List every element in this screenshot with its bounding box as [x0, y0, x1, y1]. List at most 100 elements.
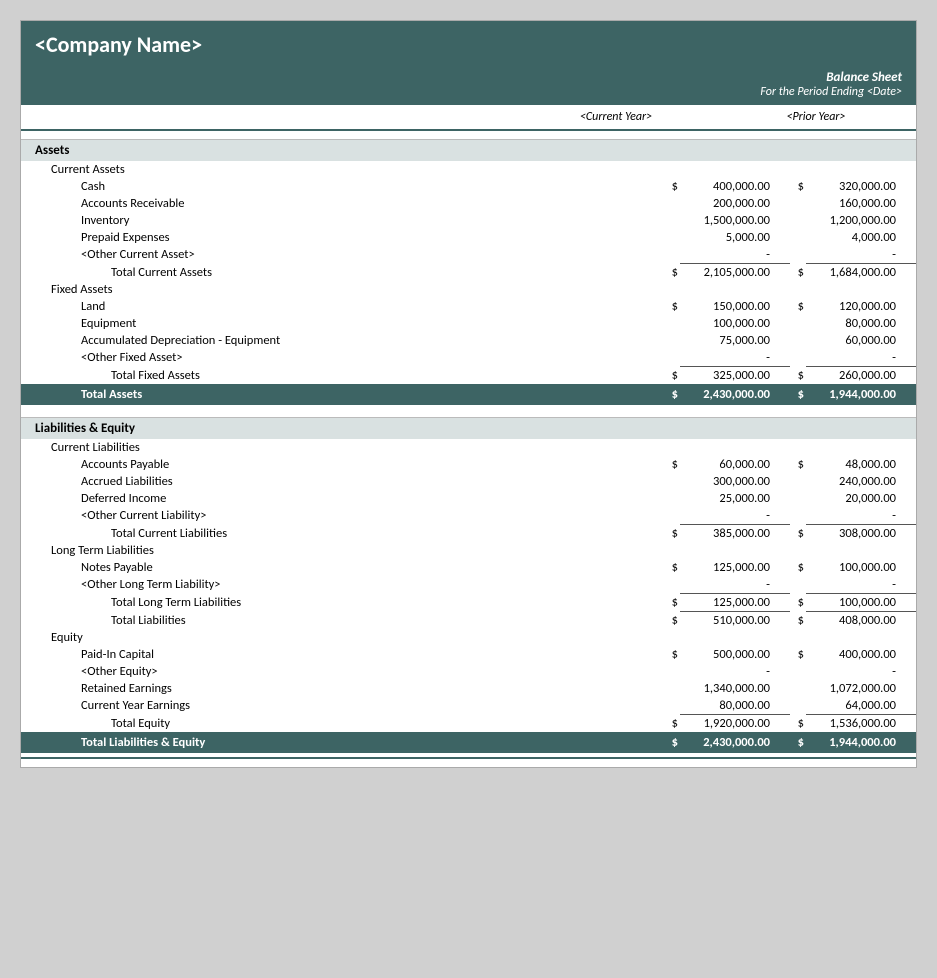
table-row: <Other Long Term Liability> - -: [21, 576, 916, 594]
dollar-sign: $: [664, 732, 680, 753]
dollar-sign: $: [664, 646, 680, 663]
py-amount: 4,000.00: [806, 229, 916, 246]
item-label: Equipment: [21, 315, 664, 332]
table-row: <Other Fixed Asset> - -: [21, 349, 916, 367]
item-label: <Other Equity>: [21, 663, 664, 680]
dollar-sign: $: [790, 367, 806, 385]
py-amount: 1,072,000.00: [806, 680, 916, 697]
dollar-sign: $: [790, 612, 806, 630]
py-amount: 320,000.00: [806, 178, 916, 195]
subtotal-py: 260,000.00: [806, 367, 916, 385]
table-row: Current Year Earnings 80,000.00 64,000.0…: [21, 697, 916, 715]
subtotal-cy: 125,000.00: [680, 594, 790, 612]
cy-amount: -: [680, 576, 790, 594]
py-amount: 1,200,000.00: [806, 212, 916, 229]
py-dollar: $: [790, 298, 806, 315]
total-lt-liabilities-row: Total Long Term Liabilities $ 125,000.00…: [21, 594, 916, 612]
item-label: Paid-In Capital: [21, 646, 664, 663]
long-term-liabilities-label: Long Term Liabilities: [21, 542, 664, 559]
assets-table: Current Assets Cash $ 400,000.00 $ 320,0…: [21, 161, 916, 405]
py-amount: 64,000.00: [806, 697, 916, 715]
cy-amount: 400,000.00: [680, 178, 790, 195]
cy-amount: -: [680, 246, 790, 264]
cy-amount: 80,000.00: [680, 697, 790, 715]
period-label: For the Period Ending <Date>: [35, 85, 902, 99]
company-name: <Company Name>: [35, 31, 902, 58]
subtotal-label: Total Liabilities: [21, 612, 664, 630]
subtotal-py: 1,684,000.00: [806, 264, 916, 282]
table-row: <Other Equity> - -: [21, 663, 916, 680]
py-amount: 20,000.00: [806, 490, 916, 507]
subtotal-cy: 1,920,000.00: [680, 715, 790, 733]
cy-amount: 500,000.00: [680, 646, 790, 663]
table-row: Accumulated Depreciation - Equipment 75,…: [21, 332, 916, 349]
table-row: Paid-In Capital $ 500,000.00 $ 400,000.0…: [21, 646, 916, 663]
dollar-sign: $: [664, 384, 680, 405]
dollar-sign: $: [790, 594, 806, 612]
item-label: <Other Current Asset>: [21, 246, 664, 264]
subtotal-py: 100,000.00: [806, 594, 916, 612]
table-row: Cash $ 400,000.00 $ 320,000.00: [21, 178, 916, 195]
total-assets-row: Total Assets $ 2,430,000.00 $ 1,944,000.…: [21, 384, 916, 405]
table-row: Inventory 1,500,000.00 1,200,000.00: [21, 212, 916, 229]
dollar-sign: $: [664, 298, 680, 315]
subtotal-label: Total Current Assets: [21, 264, 664, 282]
liabilities-equity-section-header: Liabilities & Equity: [21, 417, 916, 439]
subtotal-cy: 2,105,000.00: [680, 264, 790, 282]
dollar-sign: $: [664, 456, 680, 473]
py-amount: 80,000.00: [806, 315, 916, 332]
long-term-liabilities-group-label: Long Term Liabilities: [21, 542, 916, 559]
item-label: Deferred Income: [21, 490, 664, 507]
subtotal-py: 308,000.00: [806, 525, 916, 543]
balance-sheet: <Company Name> Balance Sheet For the Per…: [20, 20, 917, 768]
cy-amount: -: [680, 507, 790, 525]
cy-amount: 1,500,000.00: [680, 212, 790, 229]
item-label: Accrued Liabilities: [21, 473, 664, 490]
col-header-py: <Prior Year>: [716, 110, 916, 124]
py-amount: 120,000.00: [806, 298, 916, 315]
equity-group-label: Equity: [21, 629, 916, 646]
total-fixed-assets-row: Total Fixed Assets $ 325,000.00 $ 260,00…: [21, 367, 916, 385]
item-label: <Other Long Term Liability>: [21, 576, 664, 594]
py-dollar: $: [790, 646, 806, 663]
cy-amount: 150,000.00: [680, 298, 790, 315]
total-liabilities-row: Total Liabilities $ 510,000.00 $ 408,000…: [21, 612, 916, 630]
py-amount: -: [806, 349, 916, 367]
table-row: Prepaid Expenses 5,000.00 4,000.00: [21, 229, 916, 246]
item-label: Notes Payable: [21, 559, 664, 576]
assets-section-header: Assets: [21, 139, 916, 161]
item-label: Cash: [21, 178, 664, 195]
dollar-sign: $: [790, 525, 806, 543]
grand-total-py: 1,944,000.00: [806, 384, 916, 405]
cy-amount: -: [680, 663, 790, 680]
subtotal-label: Total Fixed Assets: [21, 367, 664, 385]
dollar-sign: $: [790, 732, 806, 753]
current-liabilities-label: Current Liabilities: [21, 439, 664, 456]
dollar-sign: $: [664, 367, 680, 385]
item-label: Accounts Payable: [21, 456, 664, 473]
dollar-sign: $: [664, 264, 680, 282]
subtotal-label: Total Equity: [21, 715, 664, 733]
py-amount: -: [806, 576, 916, 594]
dollar-sign: $: [664, 178, 680, 195]
grand-total-py: 1,944,000.00: [806, 732, 916, 753]
grand-total-cy: 2,430,000.00: [680, 732, 790, 753]
total-liabilities-equity-row: Total Liabilities & Equity $ 2,430,000.0…: [21, 732, 916, 753]
dollar-sign: $: [664, 594, 680, 612]
py-amount: -: [806, 663, 916, 680]
table-row: Land $ 150,000.00 $ 120,000.00: [21, 298, 916, 315]
dollar-sign: $: [790, 264, 806, 282]
py-amount: 160,000.00: [806, 195, 916, 212]
cy-amount: 100,000.00: [680, 315, 790, 332]
dollar-sign: $: [664, 612, 680, 630]
cy-amount: 1,340,000.00: [680, 680, 790, 697]
total-current-assets-row: Total Current Assets $ 2,105,000.00 $ 1,…: [21, 264, 916, 282]
cy-amount: -: [680, 349, 790, 367]
py-amount: 100,000.00: [806, 559, 916, 576]
table-row: Equipment 100,000.00 80,000.00: [21, 315, 916, 332]
table-row: Accounts Payable $ 60,000.00 $ 48,000.00: [21, 456, 916, 473]
report-title: Balance Sheet: [35, 70, 902, 85]
table-row: Accrued Liabilities 300,000.00 240,000.0…: [21, 473, 916, 490]
item-label: Prepaid Expenses: [21, 229, 664, 246]
cy-amount: 300,000.00: [680, 473, 790, 490]
